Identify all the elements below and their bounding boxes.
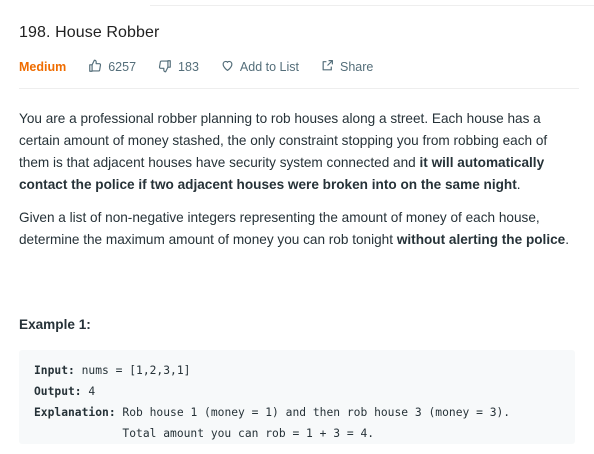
meta-divider: [19, 88, 579, 89]
thumbs-up-icon: [88, 59, 108, 76]
description-paragraph-1: You are a professional robber planning t…: [19, 108, 575, 196]
add-to-list-label: Add to List: [239, 60, 299, 74]
likes-count: 6257: [108, 60, 137, 74]
input-label: Input:: [34, 364, 75, 377]
problem-description: You are a professional robber planning t…: [19, 108, 575, 262]
example-code-block: Input: nums = [1,2,3,1] Output: 4 Explan…: [19, 350, 575, 444]
like-button[interactable]: 6257: [88, 59, 136, 76]
description-paragraph-2: Given a list of non-negative integers re…: [19, 207, 575, 251]
top-divider: [150, 5, 594, 6]
description-text: .: [516, 177, 521, 192]
top-strip: [0, 0, 594, 6]
explanation-line-2: Total amount you can rob = 1 + 3 = 4.: [34, 427, 375, 440]
dislikes-count: 183: [178, 60, 199, 74]
heart-icon: [221, 59, 240, 75]
dislike-button[interactable]: 183: [158, 59, 199, 76]
input-value: nums = [1,2,3,1]: [74, 364, 191, 377]
share-button[interactable]: Share: [321, 59, 373, 75]
share-icon: [321, 59, 340, 75]
example-pre: Input: nums = [1,2,3,1] Output: 4 Explan…: [19, 350, 575, 454]
output-value: 4: [81, 385, 96, 398]
explanation-label: Explanation:: [34, 406, 116, 419]
share-label: Share: [339, 60, 374, 74]
example-heading: Example 1:: [19, 317, 91, 332]
output-label: Output:: [34, 385, 82, 398]
problem-meta-bar: Medium 6257 183 Add to List Share: [19, 58, 395, 76]
explanation-line-1: Rob house 1 (money = 1) and then rob hou…: [115, 406, 511, 419]
description-emphasis: without alerting the police: [396, 232, 566, 247]
add-to-list-button[interactable]: Add to List: [221, 59, 299, 75]
thumbs-down-icon: [158, 59, 178, 76]
difficulty-badge: Medium: [19, 60, 67, 74]
description-text: .: [565, 232, 570, 247]
problem-title: 198. House Robber: [19, 24, 160, 41]
